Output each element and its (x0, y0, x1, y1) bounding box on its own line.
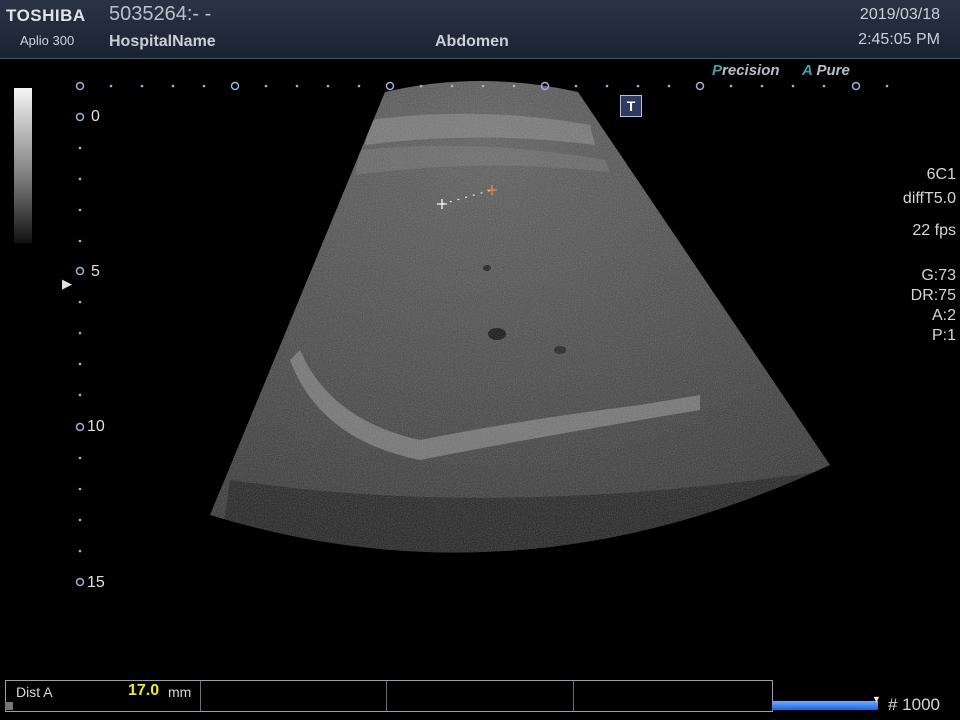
measurement-value: 17.0 (128, 682, 160, 699)
cine-progress-fill (772, 701, 878, 710)
probe-label: 6C1 (926, 166, 956, 183)
mode-label: diffT5.0 (902, 190, 956, 207)
frame-counter: # 1000 (888, 695, 940, 714)
cine-progress-bar[interactable] (772, 701, 878, 710)
p-param-label: P:1 (931, 327, 956, 344)
corner-indicator (5, 702, 13, 710)
fps-label: 22 fps (912, 222, 956, 239)
ultrasound-image (75, 81, 889, 587)
gain-label: G:73 (921, 267, 956, 284)
depth-label-0: 0 (91, 108, 100, 125)
measurement-unit: mm (168, 684, 192, 700)
depth-scale (75, 112, 85, 587)
depth-label-10: 10 (87, 418, 105, 435)
measurement-panel: Dist A 17.0 mm (5, 680, 773, 712)
measurement-label: Dist A (16, 684, 53, 700)
measurement-cell (573, 681, 771, 711)
depth-label-15: 15 (87, 574, 105, 591)
a-param-label: A:2 (931, 307, 956, 324)
depth-label-5: 5 (91, 263, 100, 280)
measurement-cell (386, 681, 573, 711)
measurement-cell (200, 681, 387, 711)
focus-marker-icon[interactable]: ▶ (62, 276, 72, 292)
t-marker-icon[interactable]: T (620, 95, 642, 117)
cine-position-marker-icon[interactable]: ▼ (872, 694, 881, 704)
dynamic-range-label: DR:75 (910, 287, 956, 304)
